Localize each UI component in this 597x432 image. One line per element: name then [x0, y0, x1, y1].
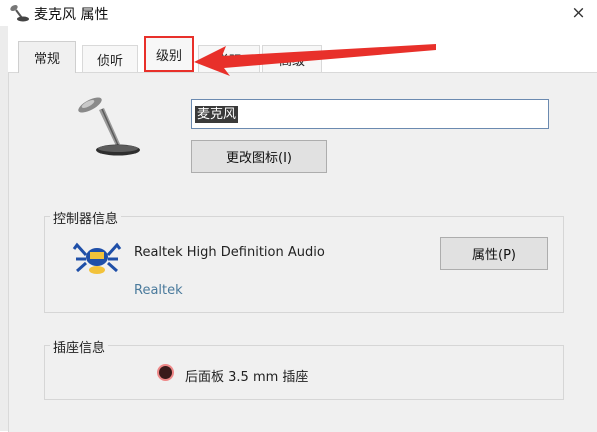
device-name-input[interactable]: 麦克风: [191, 99, 549, 129]
tab-levels[interactable]: 级别: [144, 36, 194, 72]
jack-color-indicator: [159, 366, 172, 379]
controller-info-legend: 控制器信息: [50, 208, 122, 227]
window-title: 麦克风 属性: [34, 7, 109, 23]
controller-properties-button[interactable]: 属性(P): [440, 237, 548, 270]
controller-vendor-link[interactable]: Realtek: [134, 283, 183, 298]
tab-general[interactable]: 常规: [18, 41, 76, 73]
realtek-crab-icon: [72, 237, 122, 279]
window-left-edge: [0, 26, 8, 431]
change-icon-button[interactable]: 更改图标(I): [191, 140, 327, 173]
device-name-value: 麦克风: [195, 106, 239, 123]
tab-listen[interactable]: 侦听: [82, 45, 138, 72]
microphone-title-icon: [8, 3, 32, 23]
tab-enhancements[interactable]: 增强: [198, 45, 260, 72]
jack-description: 后面板 3.5 mm 插座: [185, 370, 309, 385]
microphone-icon: [72, 96, 152, 160]
jack-info-legend: 插座信息: [50, 337, 109, 356]
controller-device-name: Realtek High Definition Audio: [134, 245, 325, 260]
tab-advanced[interactable]: 高级: [262, 45, 322, 72]
close-icon[interactable]: ×: [560, 0, 597, 26]
